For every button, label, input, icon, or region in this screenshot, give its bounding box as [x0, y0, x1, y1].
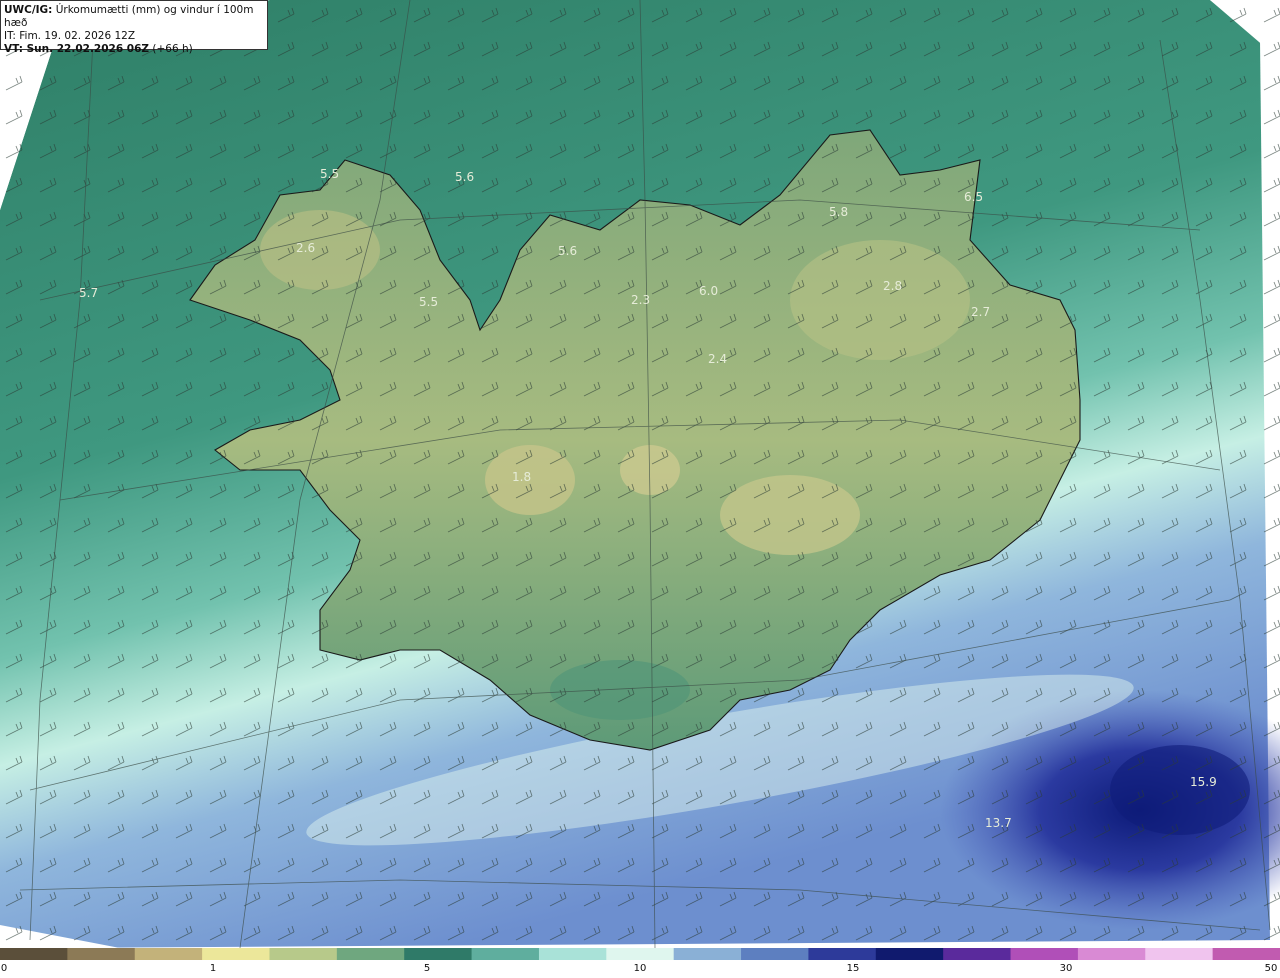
colorbar-tick: 0 — [0, 963, 8, 974]
title-line: UWC/IG: Úrkomumætti (mm) og vindur í 100… — [4, 4, 264, 30]
colorbar-segment — [673, 948, 742, 960]
colorbar-segment — [67, 948, 136, 960]
value-label: 6.5 — [964, 190, 984, 204]
value-label: 2.6 — [296, 241, 316, 255]
vt-lead: (+66 h) — [152, 43, 193, 55]
map-info-box: UWC/IG: Úrkomumætti (mm) og vindur í 100… — [0, 0, 268, 55]
colorbar-segment — [202, 948, 270, 960]
value-label: 15.9 — [1190, 775, 1217, 789]
precipitation-colorbar — [0, 948, 1280, 960]
colorbar-tick: 10 — [633, 963, 647, 974]
value-label: 5.5 — [320, 167, 340, 181]
colorbar-segment — [336, 948, 405, 960]
colorbar-segment — [404, 948, 473, 960]
vt-line: VT: Sun. 22.02.2026 06Z (+66 h) — [4, 43, 264, 56]
colorbar-tick: 1 — [209, 963, 217, 974]
model-label: UWC/IG: — [4, 4, 53, 16]
colorbar-segment — [471, 948, 540, 960]
colorbar-tick: 50 — [1264, 963, 1278, 974]
colorbar-tick: 5 — [423, 963, 431, 974]
colorbar-tick: 15 — [846, 963, 860, 974]
value-label: 6.0 — [699, 284, 719, 298]
value-label: 5.5 — [419, 295, 439, 309]
it-value: Fim. 19. 02. 2026 12Z — [19, 30, 136, 42]
value-label: 5.6 — [455, 170, 475, 184]
colorbar-segment — [808, 948, 877, 960]
value-label: 2.8 — [883, 279, 903, 293]
colorbar-segment — [269, 948, 338, 960]
colorbar-segment — [943, 948, 1012, 960]
it-label: IT: — [4, 30, 16, 42]
it-line: IT: Fim. 19. 02. 2026 12Z — [4, 30, 264, 43]
colorbar-segment — [1077, 948, 1146, 960]
colorbar-segment — [134, 948, 203, 960]
vt-label: VT: Sun. 22.02.2026 06Z — [4, 43, 150, 55]
value-label: 5.8 — [829, 205, 849, 219]
colorbar-segment — [1212, 948, 1280, 960]
colorbar-segment — [0, 948, 68, 960]
value-label: 13.7 — [985, 816, 1012, 830]
value-label: 1.8 — [512, 470, 532, 484]
precipitation-map — [0, 0, 1280, 948]
colorbar-segment — [1010, 948, 1079, 960]
colorbar-tick: 30 — [1059, 963, 1073, 974]
value-label: 2.7 — [971, 305, 991, 319]
colorbar-segment — [606, 948, 675, 960]
wind-barbs — [0, 0, 1280, 948]
colorbar-segment — [1145, 948, 1214, 960]
colorbar-segment — [741, 948, 809, 960]
value-label: 5.6 — [558, 244, 578, 258]
value-label: 5.7 — [79, 286, 99, 300]
value-label: 2.3 — [631, 293, 651, 307]
value-label: 2.4 — [708, 352, 728, 366]
colorbar-segment — [875, 948, 944, 960]
colorbar-segment — [538, 948, 607, 960]
